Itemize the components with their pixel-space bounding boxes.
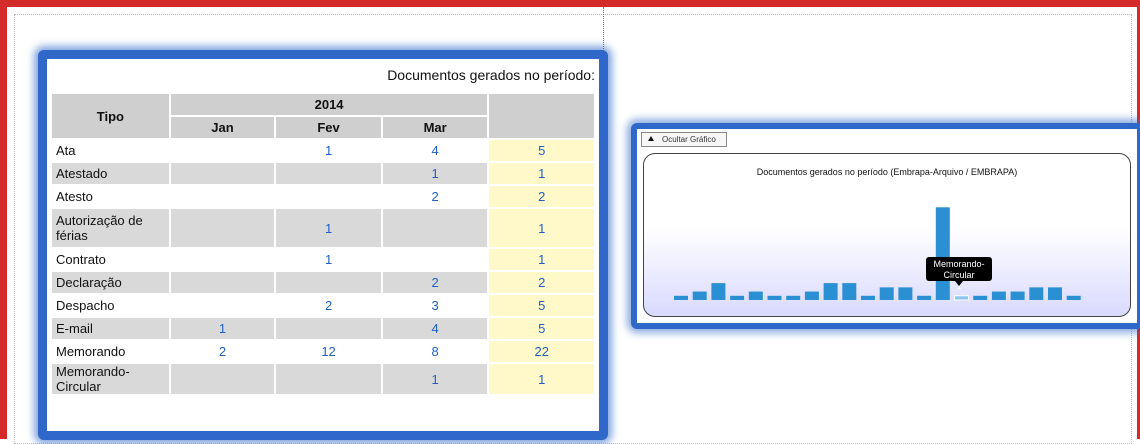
row-tipo: Declaração [52, 272, 169, 293]
cell-fev[interactable]: 2 [276, 295, 381, 316]
cell-mar[interactable] [382, 209, 488, 247]
chart-tooltip: Memorando-Circular 1 [926, 257, 992, 291]
cell-jan[interactable] [170, 364, 275, 394]
documents-table: Tipo 2014 Jan Fev Mar Ata 1 4 5 Atestado [50, 92, 596, 396]
cell-fev[interactable] [276, 318, 381, 339]
bar[interactable] [1010, 291, 1025, 300]
cell-jan[interactable] [170, 295, 275, 316]
cell-mar[interactable]: 1 [382, 364, 488, 394]
cell-jan[interactable] [170, 163, 275, 184]
bar[interactable] [692, 291, 707, 300]
column-header-fev: Fev [276, 117, 381, 138]
bar[interactable] [917, 295, 932, 300]
cell-fev[interactable]: 1 [276, 249, 381, 270]
cell-fev[interactable] [276, 364, 381, 394]
column-header-jan: Jan [170, 117, 275, 138]
cell-jan[interactable] [170, 209, 275, 247]
table-row: Ata 1 4 5 [52, 140, 594, 161]
bar[interactable] [804, 291, 819, 300]
row-tipo: Memorando [52, 341, 169, 362]
cell-total[interactable]: 5 [489, 295, 594, 316]
row-tipo: Memorando-Circular [52, 364, 169, 394]
bar[interactable] [879, 287, 894, 300]
bar-chart [674, 207, 1081, 301]
cell-total[interactable]: 5 [489, 140, 594, 161]
chart-panel: Ocultar Gráfico Documentos gerados no pe… [631, 123, 1140, 329]
table-row: E-mail 1 4 5 [52, 318, 594, 339]
cell-mar[interactable] [382, 249, 488, 270]
table-row: Memorando-Circular 1 1 [52, 364, 594, 394]
cell-total[interactable]: 2 [489, 186, 594, 207]
table-row: Despacho 2 3 5 [52, 295, 594, 316]
bar[interactable] [730, 295, 745, 300]
cell-mar[interactable]: 4 [382, 140, 488, 161]
bar[interactable] [1048, 287, 1062, 300]
cell-total[interactable]: 1 [489, 364, 594, 394]
row-tipo: Atestado [52, 163, 169, 184]
cell-jan[interactable] [170, 249, 275, 270]
cell-total[interactable]: 22 [489, 341, 594, 362]
table-row: Contrato 1 1 [52, 249, 594, 270]
cell-total[interactable]: 1 [489, 249, 594, 270]
table-row: Atesto 2 2 [52, 186, 594, 207]
bar[interactable] [842, 283, 857, 300]
cell-fev[interactable]: 1 [276, 140, 381, 161]
bar[interactable] [674, 295, 688, 300]
row-tipo: Ata [52, 140, 169, 161]
cell-total[interactable]: 1 [489, 209, 594, 247]
column-header-mar: Mar [382, 117, 488, 138]
documents-table-panel: Documentos gerados no período: Tipo 2014… [38, 50, 608, 440]
column-header-tipo[interactable]: Tipo [52, 94, 169, 138]
cell-total[interactable]: 1 [489, 163, 594, 184]
bar[interactable] [973, 295, 988, 300]
chart-area: Documentos gerados no período (Embrapa-A… [643, 153, 1131, 317]
table-row: Memorando 2 12 8 22 [52, 341, 594, 362]
bar[interactable] [861, 295, 875, 300]
hide-chart-label: Ocultar Gráfico [662, 135, 716, 144]
cell-total[interactable]: 5 [489, 318, 594, 339]
cell-jan[interactable] [170, 186, 275, 207]
bar[interactable] [1029, 287, 1044, 300]
cell-mar[interactable]: 2 [382, 186, 488, 207]
table-row: Atestado 1 1 [52, 163, 594, 184]
cell-mar[interactable]: 1 [382, 163, 488, 184]
cell-jan[interactable]: 2 [170, 341, 275, 362]
cell-fev[interactable] [276, 186, 381, 207]
cell-fev[interactable]: 1 [276, 209, 381, 247]
cell-fev[interactable] [276, 272, 381, 293]
bar[interactable] [786, 295, 801, 300]
column-header-total [489, 94, 594, 138]
table-caption: Documentos gerados no período: [387, 67, 595, 83]
bar[interactable] [748, 291, 763, 300]
cell-mar[interactable]: 4 [382, 318, 488, 339]
row-tipo: E-mail [52, 318, 169, 339]
cell-jan[interactable] [170, 272, 275, 293]
cell-jan[interactable]: 1 [170, 318, 275, 339]
triangle-up-icon [648, 136, 654, 141]
cell-total[interactable]: 2 [489, 272, 594, 293]
row-tipo: Atesto [52, 186, 169, 207]
cell-mar[interactable]: 8 [382, 341, 488, 362]
bar[interactable] [767, 295, 782, 300]
tooltip-label: Memorando-Circular [933, 259, 985, 280]
row-tipo: Despacho [52, 295, 169, 316]
table-row: Declaração 2 2 [52, 272, 594, 293]
cell-fev[interactable] [276, 163, 381, 184]
column-header-year: 2014 [170, 94, 488, 115]
row-tipo: Autorização de férias [52, 209, 169, 247]
cell-mar[interactable]: 2 [382, 272, 488, 293]
bar[interactable] [711, 283, 726, 300]
bar[interactable] [1066, 295, 1081, 300]
bar[interactable] [991, 291, 1006, 300]
cell-mar[interactable]: 3 [382, 295, 488, 316]
bar-highlighted[interactable] [954, 295, 969, 301]
tooltip-value: 1 [956, 281, 962, 291]
bar[interactable] [823, 283, 838, 300]
hide-chart-button[interactable]: Ocultar Gráfico [641, 132, 727, 147]
cell-fev[interactable]: 12 [276, 341, 381, 362]
row-tipo: Contrato [52, 249, 169, 270]
table-row: Autorização de férias 1 1 [52, 209, 594, 247]
bar[interactable] [898, 287, 913, 300]
cell-jan[interactable] [170, 140, 275, 161]
